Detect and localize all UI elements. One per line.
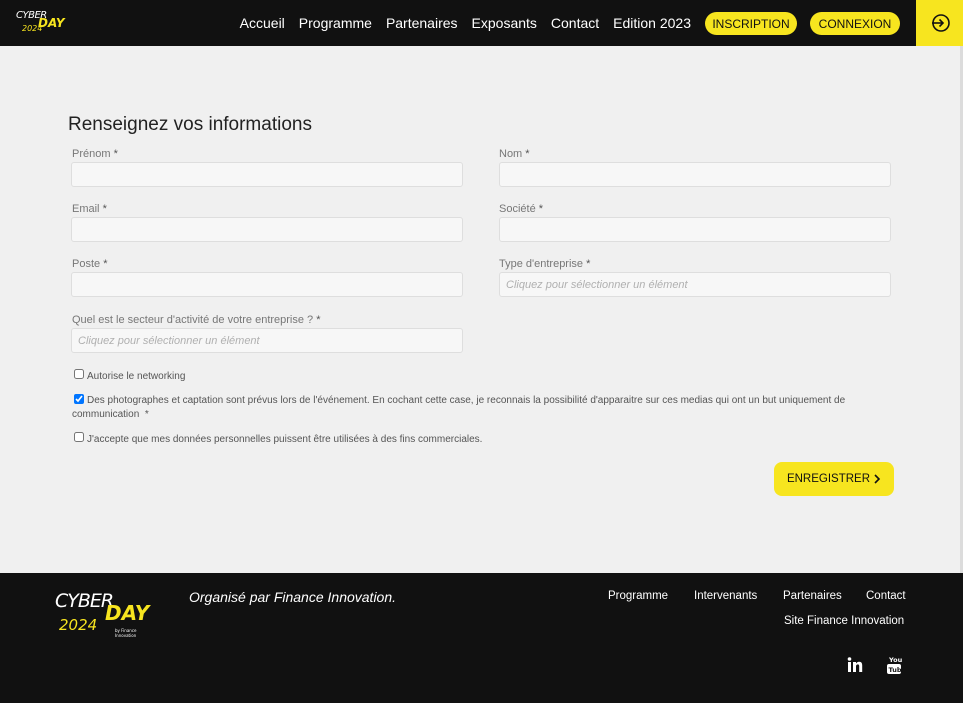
required-marker: * [525, 148, 530, 160]
photos-consent-text: Des photographes et captation sont prévu… [72, 395, 846, 420]
poste-label-text: Poste [72, 258, 101, 270]
linkedin-icon [847, 657, 863, 672]
organiser-text: Organisé par Finance Innovation. [189, 589, 397, 605]
nav-programme[interactable]: Programme [299, 15, 372, 31]
commercial-consent-checkbox[interactable] [74, 432, 84, 442]
chevron-right-icon [874, 474, 881, 484]
commercial-consent-label: J'accepte que mes données personnelles p… [87, 434, 483, 445]
required-marker: * [586, 258, 591, 270]
footer-link-finance-innovation[interactable]: Site Finance Innovation [784, 615, 904, 627]
site-footer: CYBER DAY 2024 by Finance Innovation Org… [0, 573, 963, 703]
svg-text:Tube: Tube [889, 666, 904, 674]
footer-logo-day-text: DAY [105, 601, 150, 625]
required-marker: * [538, 203, 544, 215]
footer-link-partenaires[interactable]: Partenaires [783, 590, 842, 602]
poste-input[interactable] [71, 272, 463, 297]
site-header: CYBER DAY 2024 Accueil Programme Partena… [0, 0, 963, 46]
nav-exposants[interactable]: Exposants [472, 15, 537, 31]
enregistrer-label: ENREGISTRER [786, 473, 871, 485]
footer-cyberday-logo[interactable]: CYBER DAY 2024 by Finance Innovation [55, 590, 151, 638]
required-marker: * [113, 148, 118, 160]
required-marker: * [144, 409, 149, 420]
secteur-select[interactable] [71, 328, 463, 353]
form-title: Renseignez vos informations [68, 114, 312, 135]
prenom-label-text: Prénom [72, 148, 111, 160]
enregistrer-button[interactable]: ENREGISTRER [774, 462, 894, 496]
nav-accueil[interactable]: Accueil [240, 15, 285, 31]
linkedin-link[interactable] [845, 655, 865, 675]
email-input[interactable] [71, 217, 463, 242]
societe-label: Société * [499, 203, 543, 215]
nom-label: Nom * [499, 148, 530, 160]
email-label: Email * [72, 203, 107, 215]
required-marker: * [102, 203, 107, 215]
youtube-link[interactable]: You Tube [884, 655, 904, 675]
login-button[interactable] [916, 0, 963, 46]
required-marker: * [316, 314, 321, 326]
footer-link-programme[interactable]: Programme [608, 590, 668, 602]
footer-logo-sub-text: by Finance Innovation [115, 628, 137, 638]
required-marker: * [103, 258, 108, 270]
youtube-icon: You Tube [887, 656, 904, 674]
footer-link-intervenants[interactable]: Intervenants [694, 590, 757, 602]
prenom-label: Prénom * [72, 148, 118, 160]
networking-checkbox[interactable] [74, 369, 84, 379]
photos-consent-label: Des photographes et captation sont prévu… [72, 394, 862, 422]
type-entreprise-select[interactable] [499, 272, 891, 297]
societe-label-text: Société [499, 203, 536, 215]
type-entreprise-label-text: Type d'entreprise [499, 258, 584, 270]
nav-partenaires[interactable]: Partenaires [386, 15, 458, 31]
nom-input[interactable] [499, 162, 891, 187]
secteur-label-text: Quel est le secteur d'activité de votre … [72, 314, 314, 326]
main-nav: Accueil Programme Partenaires Exposants … [240, 15, 691, 31]
secteur-label: Quel est le secteur d'activité de votre … [72, 314, 321, 326]
email-label-text: Email [72, 203, 100, 215]
type-entreprise-label: Type d'entreprise * [499, 258, 590, 270]
footer-link-contact[interactable]: Contact [866, 590, 906, 602]
nav-contact[interactable]: Contact [551, 15, 599, 31]
connexion-button[interactable]: CONNEXION [810, 12, 900, 35]
logo-year-text: 2024 [22, 24, 43, 33]
poste-label: Poste * [72, 258, 107, 270]
prenom-input[interactable] [71, 162, 463, 187]
nav-edition-2023[interactable]: Edition 2023 [613, 15, 691, 31]
svg-text:You: You [888, 656, 903, 664]
networking-label: Autorise le networking [87, 371, 186, 382]
login-arrow-icon [931, 14, 950, 32]
cyberday-logo[interactable]: CYBER DAY 2024 [16, 10, 65, 36]
nom-label-text: Nom [499, 148, 523, 160]
footer-logo-year-text: 2024 [59, 616, 98, 634]
societe-input[interactable] [499, 217, 891, 242]
inscription-button[interactable]: INSCRIPTION [705, 12, 797, 35]
